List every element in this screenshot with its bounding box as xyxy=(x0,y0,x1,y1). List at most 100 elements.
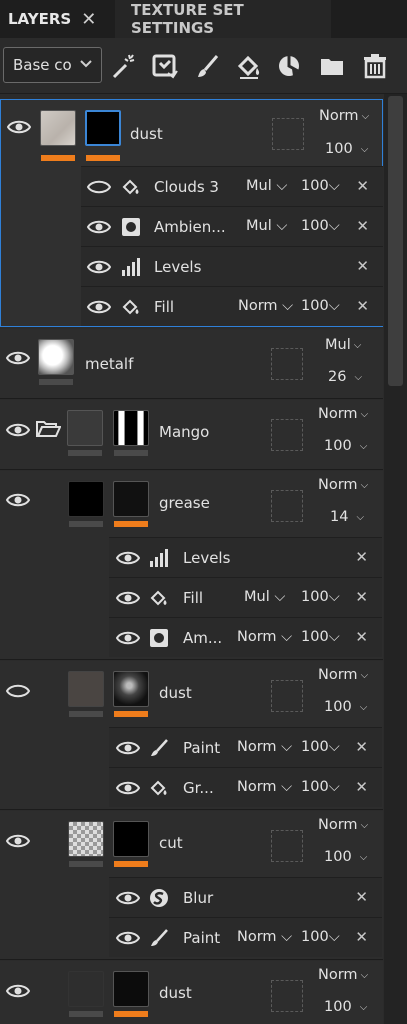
brush-icon[interactable] xyxy=(195,53,221,79)
layer-name[interactable]: dust xyxy=(130,125,163,143)
effect-blend-mode[interactable]: Mul ⌵ xyxy=(246,218,287,234)
eye-icon[interactable] xyxy=(87,219,111,235)
layer-dust[interactable]: dust Norm ⌵ 100 ⌵ Clouds 3 Mul ⌵ 100⌵ ✕ Am… xyxy=(0,99,383,327)
mask-thumbnail[interactable] xyxy=(85,110,121,146)
close-icon[interactable]: ✕ xyxy=(355,628,368,646)
layer-cut[interactable]: cut Norm ⌵ 100 ⌵ Blur ✕ Paint Norm ⌵ 100⌵ … xyxy=(0,811,383,960)
eye-icon[interactable] xyxy=(116,740,140,756)
smart-mask-icon[interactable] xyxy=(152,53,178,79)
effect-blend-mode[interactable]: Norm ⌵ xyxy=(237,629,292,645)
effect-blend-mode[interactable]: Norm ⌵ xyxy=(237,739,292,755)
mask-thumbnail[interactable] xyxy=(113,481,149,517)
geometry-mask-slot[interactable] xyxy=(271,680,303,712)
geometry-mask-slot[interactable] xyxy=(271,419,303,451)
close-icon[interactable]: ✕ xyxy=(355,888,368,906)
blend-mode-select[interactable]: Mul ⌵ xyxy=(325,337,361,353)
opacity-select[interactable]: 26 ⌵ xyxy=(328,369,362,385)
eye-icon[interactable] xyxy=(6,983,30,999)
close-icon[interactable]: ✕ xyxy=(356,257,369,275)
channel-dropdown[interactable]: Base co xyxy=(3,47,102,83)
eye-icon[interactable] xyxy=(6,422,30,438)
effect-opacity[interactable]: 100⌵ xyxy=(301,298,340,314)
folder-open-icon[interactable] xyxy=(35,419,61,439)
eye-icon[interactable] xyxy=(87,179,111,195)
scrollbar[interactable] xyxy=(384,94,407,1024)
layer-name[interactable]: cut xyxy=(159,834,183,852)
layer-name[interactable]: metalf xyxy=(85,355,133,373)
blend-mode-select[interactable]: Norm ⌵ xyxy=(318,967,368,983)
scrollbar-thumb[interactable] xyxy=(388,96,403,386)
opacity-select[interactable]: 100 ⌵ xyxy=(324,438,367,454)
eye-icon[interactable] xyxy=(6,492,30,508)
layer-metalf[interactable]: metalf Mul ⌵ 26 ⌵ xyxy=(0,329,383,399)
folder-icon[interactable] xyxy=(319,53,345,79)
geometry-mask-slot[interactable] xyxy=(271,830,303,862)
eye-icon[interactable] xyxy=(116,780,140,796)
close-icon[interactable]: ✕ xyxy=(355,928,368,946)
close-icon[interactable]: ✕ xyxy=(356,217,369,235)
blend-mode-select[interactable]: Norm ⌵ xyxy=(318,406,368,422)
effect-opacity[interactable]: 100⌵ xyxy=(301,929,340,945)
effect-row[interactable]: Paint Norm ⌵ 100⌵ ✕ xyxy=(109,917,382,957)
eye-icon[interactable] xyxy=(7,119,31,135)
effect-row[interactable]: Gr... Norm ⌵ 100⌵ ✕ xyxy=(109,767,382,807)
layer-grease[interactable]: grease Norm ⌵ 14 ⌵ Levels ✕ Fill Mul ⌵ 100… xyxy=(0,471,383,660)
layer-dust-2[interactable]: dust Norm ⌵ 100 ⌵ Paint Norm ⌵ 100⌵ ✕ Gr..… xyxy=(0,661,383,810)
layer-dust-3[interactable]: dust Norm ⌵ 100 ⌵ xyxy=(0,961,383,1024)
eye-icon[interactable] xyxy=(116,930,140,946)
effect-opacity[interactable]: 100⌵ xyxy=(301,589,340,605)
geometry-mask-slot[interactable] xyxy=(272,118,304,150)
effect-row[interactable]: Ambien... Mul ⌵ 100⌵ ✕ xyxy=(81,206,383,246)
mask-thumbnail[interactable] xyxy=(113,821,149,857)
eye-icon[interactable] xyxy=(116,890,140,906)
geometry-mask-slot[interactable] xyxy=(271,490,303,522)
effect-row[interactable]: Clouds 3 Mul ⌵ 100⌵ ✕ xyxy=(81,166,383,206)
opacity-select[interactable]: 14 ⌵ xyxy=(330,509,364,525)
close-icon[interactable]: ✕ xyxy=(355,738,368,756)
blend-mode-select[interactable]: Norm ⌵ xyxy=(318,817,368,833)
geometry-mask-slot[interactable] xyxy=(271,980,303,1012)
effect-row[interactable]: Levels ✕ xyxy=(81,246,383,286)
eye-icon[interactable] xyxy=(87,259,111,275)
eye-icon[interactable] xyxy=(6,683,30,699)
effect-opacity[interactable]: 100⌵ xyxy=(301,779,340,795)
blend-mode-select[interactable]: Norm ⌵ xyxy=(318,667,368,683)
eye-icon[interactable] xyxy=(116,550,140,566)
layer-name[interactable]: dust xyxy=(159,984,192,1002)
effect-opacity[interactable]: 100⌵ xyxy=(301,629,340,645)
opacity-select[interactable]: 100 ⌵ xyxy=(325,141,368,157)
effect-blend-mode[interactable]: Norm ⌵ xyxy=(237,929,292,945)
mask-thumbnail[interactable] xyxy=(113,971,149,1007)
effect-row[interactable]: Levels ✕ xyxy=(109,537,382,577)
folder-mango[interactable]: Mango Norm ⌵ 100 ⌵ xyxy=(0,400,383,470)
delete-icon[interactable] xyxy=(362,53,388,79)
eye-icon[interactable] xyxy=(6,350,30,366)
close-icon[interactable]: ✕ xyxy=(356,177,369,195)
effect-blend-mode[interactable]: Mul ⌵ xyxy=(244,589,285,605)
effect-opacity[interactable]: 100⌵ xyxy=(301,218,340,234)
close-icon[interactable]: ✕ xyxy=(355,778,368,796)
effect-opacity[interactable]: 100⌵ xyxy=(301,739,340,755)
effect-blend-mode[interactable]: Mul ⌵ xyxy=(246,178,287,194)
opacity-select[interactable]: 100 ⌵ xyxy=(324,699,367,715)
opacity-select[interactable]: 100 ⌵ xyxy=(324,999,367,1015)
fill-layer-icon[interactable] xyxy=(236,53,262,79)
effect-row[interactable]: Am... Norm ⌵ 100⌵ ✕ xyxy=(109,617,382,657)
mask-thumbnail[interactable] xyxy=(113,410,149,446)
close-icon[interactable]: ✕ xyxy=(356,297,369,315)
effect-opacity[interactable]: 100⌵ xyxy=(301,178,340,194)
effect-row[interactable]: Paint Norm ⌵ 100⌵ ✕ xyxy=(109,727,382,767)
mask-thumbnail[interactable] xyxy=(113,671,149,707)
blend-mode-select[interactable]: Norm ⌵ xyxy=(318,477,368,493)
close-icon[interactable]: ✕ xyxy=(355,588,368,606)
tab-texture-set-settings[interactable]: TEXTURE SET SETTINGS xyxy=(115,0,331,38)
effect-row[interactable]: Fill Mul ⌵ 100⌵ ✕ xyxy=(109,577,382,617)
tab-layers[interactable]: LAYERS ✕ xyxy=(0,0,112,38)
effect-blend-mode[interactable]: Norm ⌵ xyxy=(237,779,292,795)
opacity-select[interactable]: 100 ⌵ xyxy=(324,849,367,865)
magic-wand-icon[interactable] xyxy=(111,53,137,79)
add-mask-icon[interactable] xyxy=(277,53,303,79)
close-icon[interactable]: ✕ xyxy=(355,548,368,566)
layer-name[interactable]: Mango xyxy=(159,423,209,441)
layer-name[interactable]: dust xyxy=(159,684,192,702)
